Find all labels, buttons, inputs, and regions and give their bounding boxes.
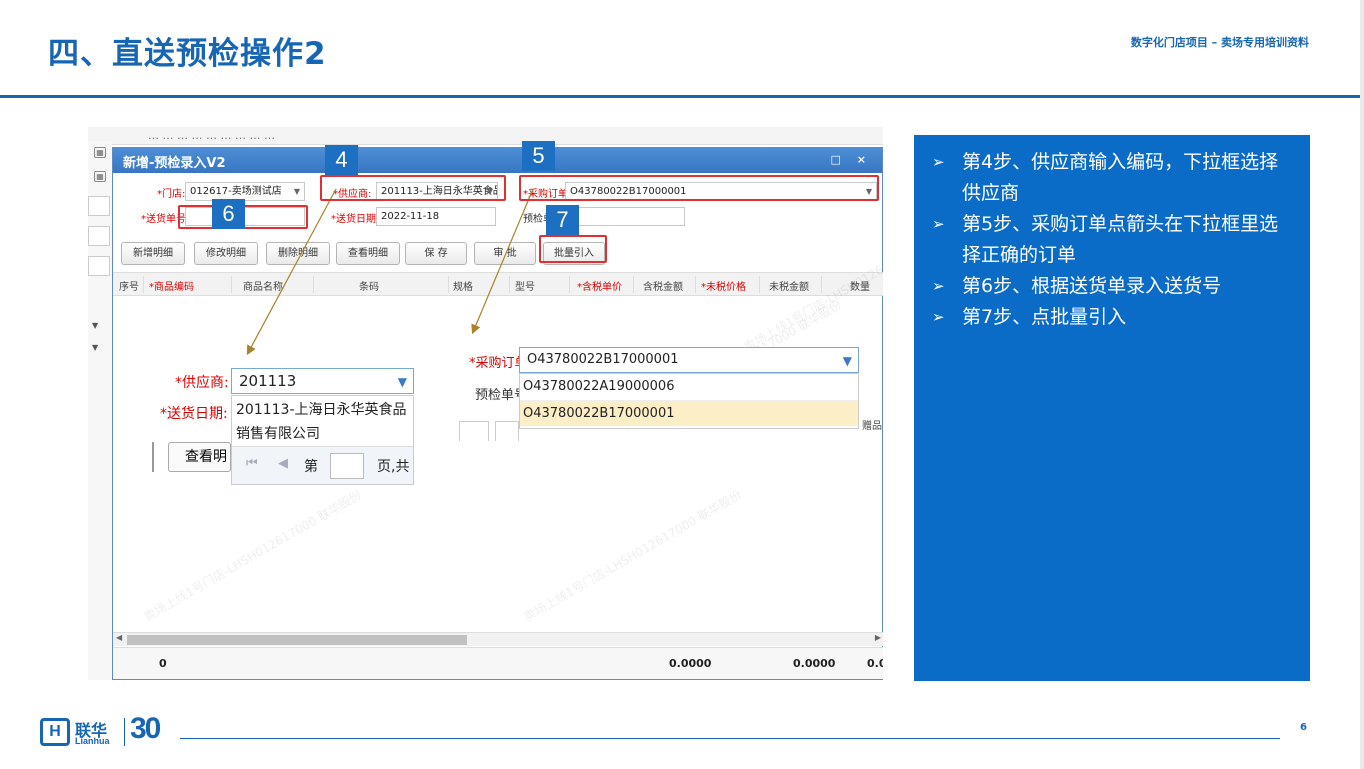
instructions-panel: ➢ 第4步、供应商输入编码，下拉框选择供应商 ➢ 第5步、采购订单点箭头在下拉框里选… <box>914 135 1310 681</box>
arrow-bullet-icon: ➢ <box>932 308 945 326</box>
arrow-bullet-icon: ➢ <box>932 153 945 171</box>
logo-divider <box>124 718 125 746</box>
anniversary-mark: 30 <box>130 712 161 745</box>
step-item: ➢ 第4步、供应商输入编码，下拉框选择供应商 <box>932 147 1296 209</box>
step-item: ➢ 第7步、点批量引入 <box>932 302 1296 333</box>
slide: 四、直送预检操作2 数字化门店项目 – 卖场专用培训资料 … … … … … …… <box>0 0 1364 769</box>
supplier-highlight <box>320 175 506 201</box>
arrow-bullet-icon: ➢ <box>932 277 945 295</box>
logo-en: Lianhua <box>75 736 110 746</box>
screenshot-area: … … … … … … … … … ▦ ▦ ▼ ▼ 新增-预检录入V2 □ × … <box>88 127 883 680</box>
step-6-marker: 6 <box>212 199 245 229</box>
page-title: 四、直送预检操作2 <box>48 36 327 72</box>
step-text: 第5步、采购订单点箭头在下拉框里选择正确的订单 <box>962 213 1279 266</box>
step-item: ➢ 第6步、根据送货单录入送货号 <box>932 271 1296 302</box>
steps-list: ➢ 第4步、供应商输入编码，下拉框选择供应商 ➢ 第5步、采购订单点箭头在下拉框里选… <box>932 147 1296 333</box>
page-number: 6 <box>1300 722 1307 733</box>
step-7-marker: 7 <box>546 205 579 235</box>
step-5-marker: 5 <box>522 141 555 171</box>
lianhua-logo: H 联华 Lianhua 30 <box>40 712 180 748</box>
logo-mark: H <box>40 718 70 746</box>
step-text: 第6步、根据送货单录入送货号 <box>962 275 1222 297</box>
arrow-to-po-zoom <box>471 188 534 335</box>
po-highlight <box>519 175 879 201</box>
batch-import-highlight <box>539 235 607 263</box>
step-text: 第4步、供应商输入编码，下拉框选择供应商 <box>962 151 1279 204</box>
arrow-bullet-icon: ➢ <box>932 215 945 233</box>
slide-edge <box>1360 0 1364 769</box>
title-divider <box>0 95 1364 98</box>
step-item: ➢ 第5步、采购订单点箭头在下拉框里选择正确的订单 <box>932 209 1296 271</box>
step-4-marker: 4 <box>325 145 358 175</box>
step-text: 第7步、点批量引入 <box>962 306 1127 328</box>
footer-line <box>180 738 1280 739</box>
project-subtitle: 数字化门店项目 – 卖场专用培训资料 <box>1130 36 1309 49</box>
